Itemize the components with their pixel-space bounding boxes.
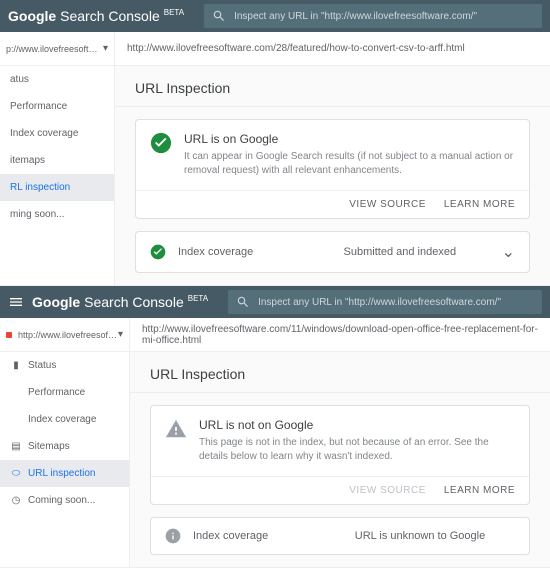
chevron-down-icon: ⌄ [502,242,515,262]
sidebar-item-coming-soon[interactable]: ◷Coming soon... [0,487,129,514]
check-circle-icon [150,244,166,260]
status-description: It can appear in Google Search results (… [184,150,515,178]
clock-icon: ◷ [10,495,22,506]
warning-triangle-icon [165,418,187,440]
logo: Google Search ConsoleBETA [8,8,184,24]
check-circle-icon [150,132,172,154]
search-icon [212,9,226,23]
sidebar-item-performance[interactable]: Performance [0,379,129,406]
learn-more-button[interactable]: LEARN MORE [444,485,515,496]
logo: Google Search ConsoleBETA [32,294,208,310]
search-placeholder: Inspect any URL in "http://www.ilovefree… [234,11,477,22]
sidebar-item-performance[interactable]: Performance [0,93,114,120]
index-coverage-row[interactable]: Index coverage URL is unknown to Google [150,517,530,555]
sidebar-item-url-inspection[interactable]: RL inspection [0,174,114,201]
app-header: Google Search ConsoleBETA Inspect any UR… [0,0,550,32]
property-selector[interactable]: p://www.ilovefreesoftwa... ▾ [0,32,114,66]
chevron-down-icon: ▾ [103,43,108,54]
status-card: URL is not on Google This page is not in… [150,405,530,505]
chart-icon: ▮ [10,360,22,371]
sidebar-item-status[interactable]: atus [0,66,114,93]
sidebar: p://www.ilovefreesoftwa... ▾ atus Perfor… [0,32,115,285]
property-selector[interactable]: http://www.ilovefreesoftwa... ▾ [0,318,129,352]
view-source-button: VIEW SOURCE [349,485,426,496]
section-title: URL Inspection [130,352,550,393]
menu-icon[interactable] [8,294,24,310]
view-source-button[interactable]: VIEW SOURCE [349,199,426,210]
index-coverage-row[interactable]: Index coverage Submitted and indexed ⌄ [135,231,530,273]
learn-more-button[interactable]: LEARN MORE [444,199,515,210]
status-card: URL is on Google It can appear in Google… [135,119,530,219]
sidebar-item-status[interactable]: ▮Status [0,352,129,379]
sidebar-item-index-coverage[interactable]: Index coverage [0,120,114,147]
chevron-down-icon: ▾ [118,329,123,340]
search-icon [236,295,250,309]
inspected-url: http://www.ilovefreesoftware.com/11/wind… [130,318,550,352]
app-header: Google Search ConsoleBETA Inspect any UR… [0,286,550,318]
status-title: URL is on Google [184,132,515,146]
main-content: http://www.ilovefreesoftware.com/11/wind… [130,318,550,567]
search-placeholder: Inspect any URL in "http://www.ilovefree… [258,297,501,308]
sidebar-item-sitemaps[interactable]: ▤Sitemaps [0,433,129,460]
bookmark-icon [6,332,12,338]
status-title: URL is not on Google [199,418,515,432]
main-content: http://www.ilovefreesoftware.com/28/feat… [115,32,550,285]
section-title: URL Inspection [115,66,550,107]
search-input[interactable]: Inspect any URL in "http://www.ilovefree… [228,290,542,314]
search-input[interactable]: Inspect any URL in "http://www.ilovefree… [204,4,542,28]
sidebar: http://www.ilovefreesoftwa... ▾ ▮Status … [0,318,130,567]
status-description: This page is not in the index, but not b… [199,436,515,464]
sidebar-item-coming-soon[interactable]: ming soon... [0,201,114,228]
sidebar-item-sitemaps[interactable]: itemaps [0,147,114,174]
sidebar-item-index-coverage[interactable]: Index coverage [0,406,129,433]
inspected-url: http://www.ilovefreesoftware.com/28/feat… [115,32,550,66]
info-circle-icon [165,528,181,544]
link-icon: ⬭ [10,468,22,479]
sitemap-icon: ▤ [10,441,22,452]
sidebar-item-url-inspection[interactable]: ⬭URL inspection [0,460,129,487]
